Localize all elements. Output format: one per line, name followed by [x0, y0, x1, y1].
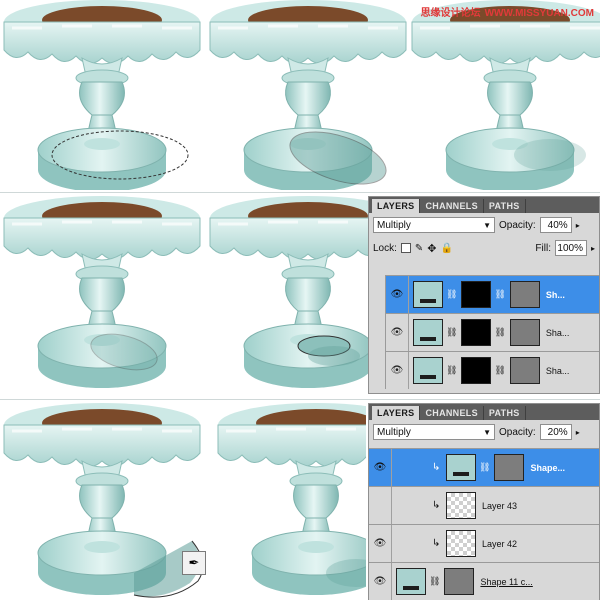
opacity-label: Opacity: [499, 219, 536, 231]
eye-icon[interactable]: 👁 [386, 314, 409, 351]
layers-panel-bottom: LAYERS CHANNELS PATHS Multiply ▼ Opacity… [368, 403, 600, 600]
link-icon[interactable]: ⛓ [446, 327, 457, 338]
fill-input[interactable]: 100% [554, 240, 587, 256]
blend-mode-select[interactable]: Multiply ▼ [373, 424, 495, 440]
layer-name[interactable]: Sha... [546, 328, 570, 338]
layer-thumbnail [413, 319, 443, 346]
layer-thumbnail [446, 454, 476, 481]
vector-mask-thumbnail [509, 281, 540, 308]
clipping-arrow-icon: ↳ [432, 462, 441, 473]
watermark: 思缘设计论坛 WWW.MISSYUAN.COM [417, 4, 594, 19]
link-icon[interactable]: ⛓ [494, 327, 505, 338]
lock-all-icon[interactable]: 🔒 [441, 243, 453, 254]
tutorial-grid: 思缘设计论坛 WWW.MISSYUAN.COM LAYERS CHANNELS P… [0, 0, 600, 600]
mask-thumbnail [461, 357, 492, 384]
layer-row[interactable]: 👁 ⛓ Shape 11 c... [369, 562, 599, 600]
opacity-label: Opacity: [499, 426, 536, 438]
step-image-4 [2, 196, 202, 396]
link-icon[interactable]: ⛓ [494, 289, 505, 300]
layer-name[interactable]: Sh... [546, 290, 565, 300]
mask-thumbnail [461, 281, 492, 308]
fill-label: Fill: [535, 242, 551, 254]
blend-mode-value: Multiply [377, 427, 411, 438]
step-image-3: 思缘设计论坛 WWW.MISSYUAN.COM [410, 0, 600, 190]
link-icon[interactable]: ⛓ [494, 365, 505, 376]
vector-mask-thumbnail [509, 357, 540, 384]
tab-paths[interactable]: PATHS [484, 199, 526, 213]
eye-icon[interactable]: 👁 [386, 352, 409, 389]
link-icon[interactable]: ⛓ [429, 576, 440, 587]
opacity-input[interactable]: 40% [539, 217, 572, 233]
lock-move-icon[interactable]: ✥ [427, 242, 436, 255]
opacity-input[interactable]: 20% [539, 424, 572, 440]
link-icon[interactable]: ⛓ [446, 289, 457, 300]
layer-row[interactable]: 👁 ⛓ ⛓ Sh... [386, 275, 599, 313]
blend-mode-select[interactable]: Multiply ▼ [373, 217, 495, 233]
layer-name[interactable]: Layer 42 [482, 539, 517, 549]
lock-transparency-icon[interactable] [400, 243, 411, 253]
eye-icon[interactable]: 👁 [369, 563, 392, 600]
panel-tabs: LAYERS CHANNELS PATHS [369, 404, 599, 420]
eye-icon[interactable] [369, 487, 392, 524]
layer-row[interactable]: 👁 ↳ Layer 42 [369, 524, 599, 562]
divider [0, 192, 600, 193]
layers-panel-top: LAYERS CHANNELS PATHS Multiply ▼ Opacity… [368, 196, 600, 394]
tab-layers[interactable]: LAYERS [372, 406, 421, 420]
slider-arrow-icon[interactable]: ▸ [576, 428, 580, 437]
layer-row[interactable]: 👁 ⛓ ⛓ Sha... [386, 313, 599, 351]
watermark-cn: 思缘设计论坛 [420, 8, 481, 19]
layer-name[interactable]: Shape 11 c... [480, 577, 532, 587]
layer-thumbnail [413, 281, 443, 308]
layer-thumbnail [446, 492, 476, 519]
pen-cursor-icon: ✒ [182, 551, 206, 575]
link-icon[interactable]: ⛓ [446, 365, 457, 376]
vector-mask-thumbnail [509, 319, 540, 346]
chevron-down-icon: ▼ [483, 221, 491, 230]
clipping-arrow-icon: ↳ [432, 538, 441, 549]
layer-thumbnail [413, 357, 443, 384]
layer-row[interactable]: ↳ Layer 43 [369, 486, 599, 524]
lock-label: Lock: [373, 242, 397, 254]
clipping-arrow-icon: ↳ [432, 500, 441, 511]
layer-name[interactable]: Sha... [546, 366, 570, 376]
lock-brush-icon[interactable]: ✎ [415, 243, 423, 254]
eye-icon[interactable]: 👁 [369, 525, 392, 562]
tab-channels[interactable]: CHANNELS [420, 199, 484, 213]
link-icon[interactable]: ⛓ [479, 462, 490, 473]
tab-layers[interactable]: LAYERS [372, 199, 421, 213]
layer-row[interactable]: 👁 ⛓ ⛓ Sha... [386, 351, 599, 389]
step-image-7 [216, 403, 366, 600]
eye-icon[interactable]: 👁 [386, 276, 409, 313]
panel-tabs: LAYERS CHANNELS PATHS [369, 197, 599, 213]
slider-arrow-icon[interactable]: ▸ [591, 244, 595, 253]
slider-arrow-icon[interactable]: ▸ [576, 221, 580, 230]
vector-mask-thumbnail [444, 568, 475, 595]
layer-thumbnail [446, 530, 476, 557]
layer-name[interactable]: Layer 43 [482, 501, 517, 511]
layer-name[interactable]: Shape... [530, 463, 565, 473]
step-image-6: ✒ [2, 403, 212, 600]
blend-mode-value: Multiply [377, 220, 411, 231]
step-image-1 [2, 0, 202, 190]
tab-paths[interactable]: PATHS [484, 406, 526, 420]
eye-icon[interactable]: 👁 [369, 449, 392, 486]
chevron-down-icon: ▼ [483, 428, 491, 437]
watermark-url: WWW.MISSYUAN.COM [484, 8, 594, 19]
layer-thumbnail [396, 568, 426, 595]
vector-mask-thumbnail [494, 454, 525, 481]
step-image-2 [208, 0, 408, 190]
tab-channels[interactable]: CHANNELS [420, 406, 484, 420]
layer-row[interactable]: 👁 ↳ ⛓ Shape... [369, 448, 599, 486]
mask-thumbnail [461, 319, 492, 346]
step-image-5 [208, 196, 368, 396]
divider [0, 399, 600, 400]
